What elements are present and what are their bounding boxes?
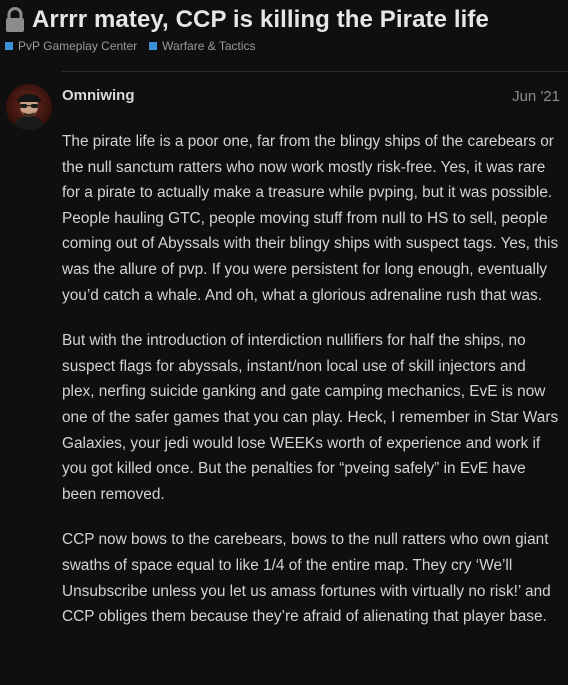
category-label: Warfare & Tactics [162,39,256,53]
post-date[interactable]: Jun '21 [512,88,560,105]
post-paragraph-2: But with the introduction of interdictio… [62,332,559,503]
category-swatch [149,42,158,50]
topic-title[interactable]: Arrrr matey, CCP is killing the Pirate l… [32,6,489,34]
category-badge-warfare[interactable]: Warfare & Tactics [149,39,256,53]
lock-icon [4,7,26,33]
post-paragraph-1: The pirate life is a poor one, far from … [62,133,559,304]
post-body: The pirate life is a poor one, far from … [62,129,562,650]
post-divider [62,71,568,72]
pirate-avatar-icon [6,84,52,130]
avatar[interactable] [6,84,52,130]
post-paragraph-3: CCP now bows to the carebears, bows to t… [62,531,551,626]
category-swatch [5,42,13,50]
category-label: PvP Gameplay Center [18,39,138,53]
category-row: PvP Gameplay Center Warfare & Tactics [5,39,268,53]
topic-title-row: Arrrr matey, CCP is killing the Pirate l… [4,6,489,34]
post-username[interactable]: Omniwing [62,87,135,104]
category-badge-pvp[interactable]: PvP Gameplay Center [5,39,137,53]
